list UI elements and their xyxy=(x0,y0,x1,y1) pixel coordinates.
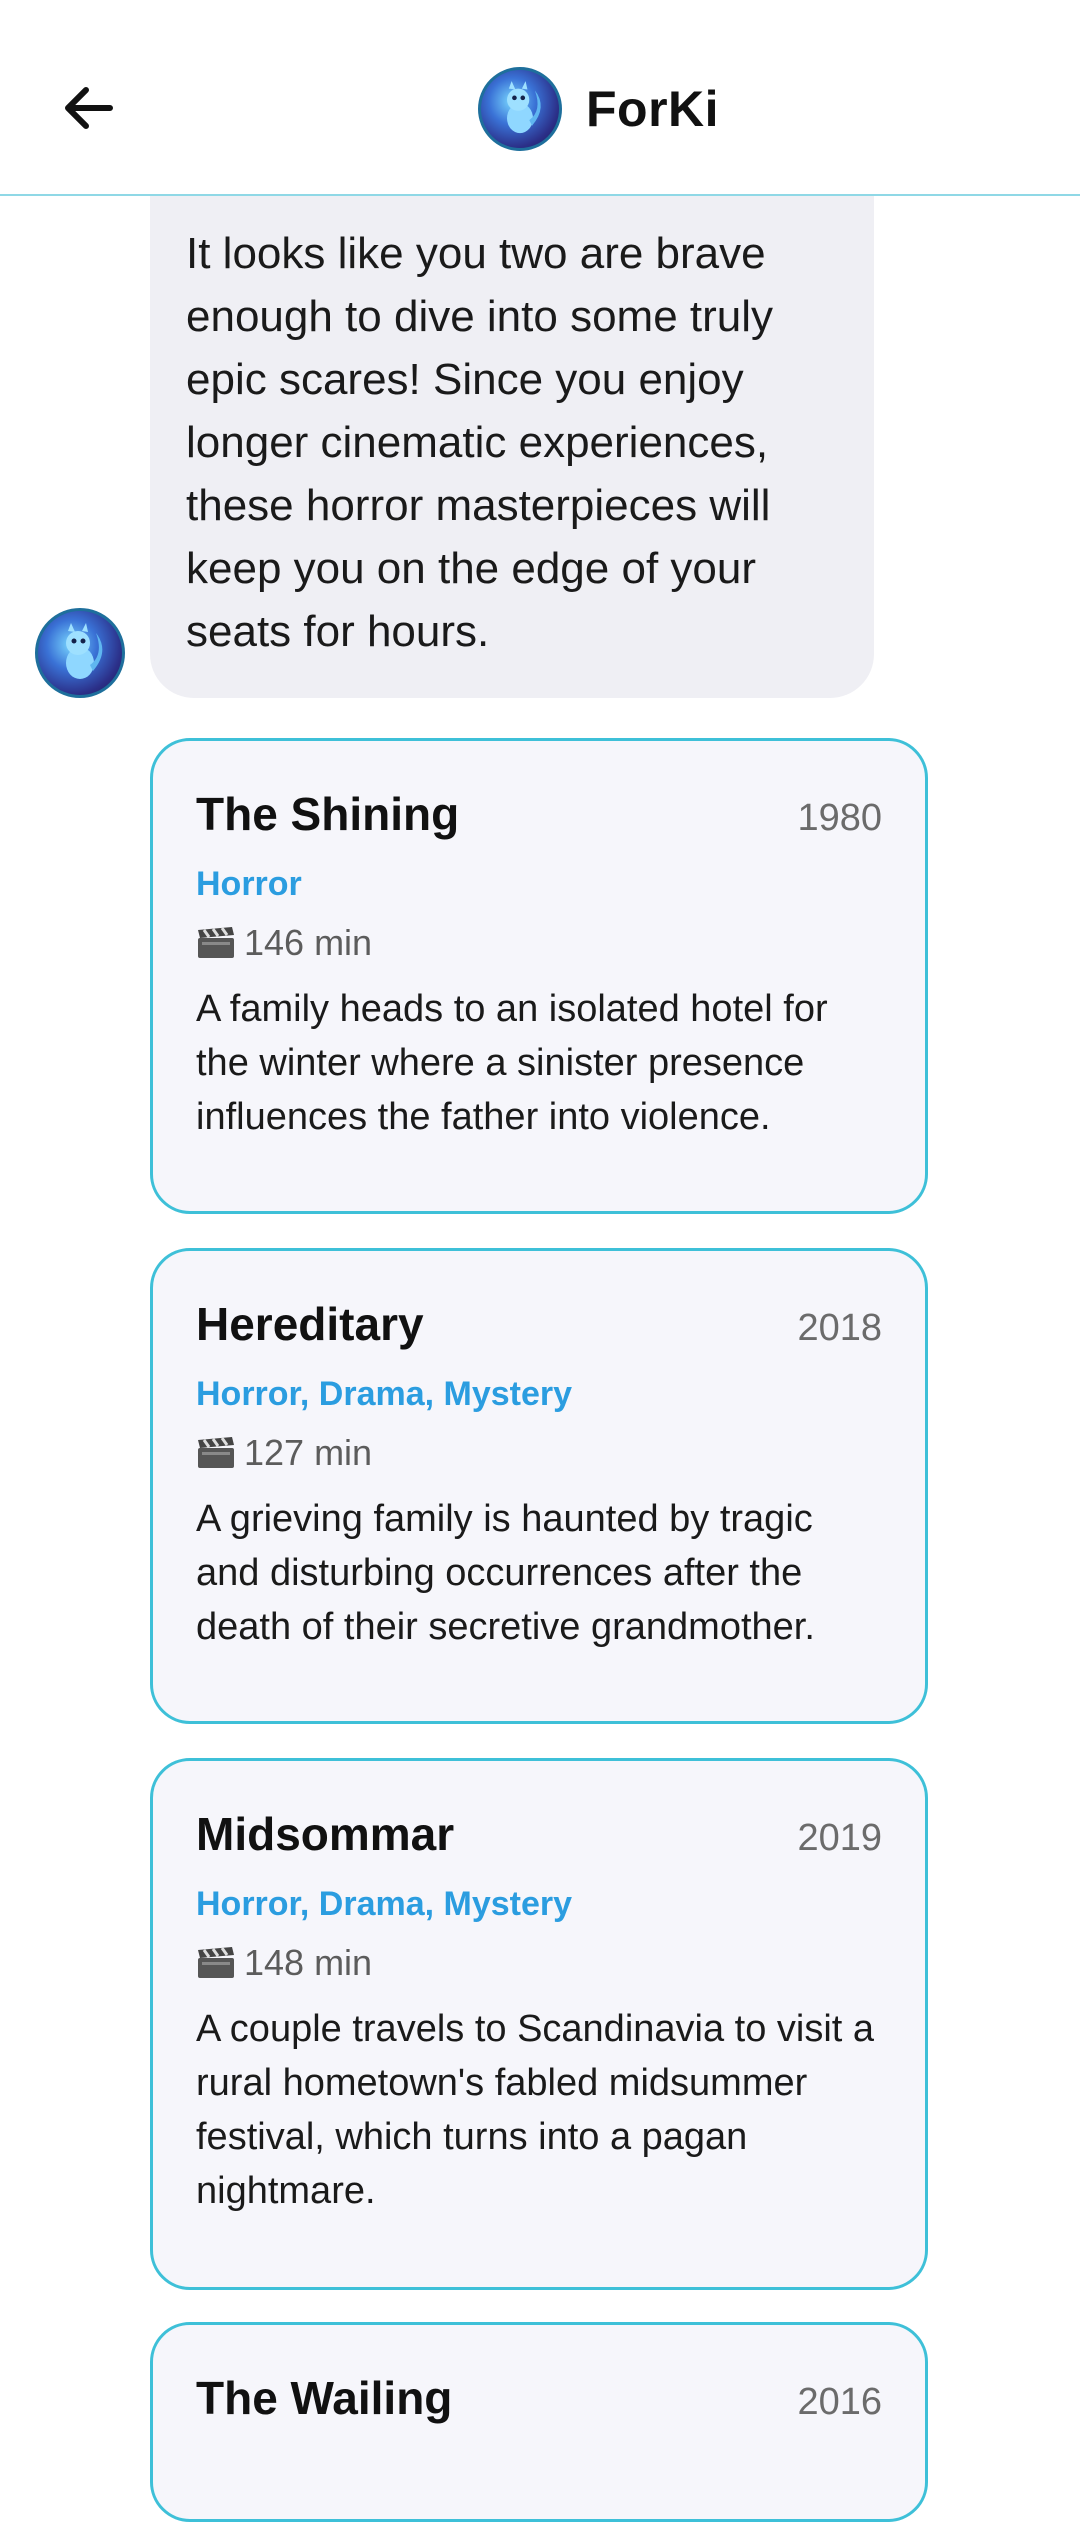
movie-genre: Horror, Drama, Mystery xyxy=(196,1885,573,1923)
movie-description: A family heads to an isolated hotel for … xyxy=(196,988,828,1138)
movie-duration-row: 148 min xyxy=(196,1942,882,1984)
movie-genre: Horror xyxy=(196,865,302,903)
movie-card[interactable]: Midsommar 2019 Horror, Drama, Mystery 14… xyxy=(150,1758,928,2290)
back-button[interactable] xyxy=(52,72,124,144)
movie-title: Hereditary xyxy=(196,1298,424,1350)
squirrel-avatar-icon xyxy=(35,608,125,698)
bot-message-text: It looks like you two are brave enough t… xyxy=(186,229,774,656)
movie-description: A couple travels to Scandinavia to visit… xyxy=(196,2008,875,2212)
movie-card[interactable]: The Shining 1980 Horror 146 min A family… xyxy=(150,738,928,1214)
movie-title: The Wailing xyxy=(196,2372,453,2424)
movie-duration: 127 min xyxy=(244,1432,373,1473)
arrow-left-icon xyxy=(65,87,113,129)
movie-year: 1980 xyxy=(797,797,882,839)
movie-duration-row: 127 min xyxy=(196,1432,882,1474)
chat-header: ForKi xyxy=(478,66,719,152)
movie-year: 2019 xyxy=(797,1817,882,1859)
movie-title: Midsommar xyxy=(196,1808,455,1860)
movie-year: 2018 xyxy=(797,1307,882,1349)
bot-avatar xyxy=(35,608,125,698)
movie-duration: 148 min xyxy=(244,1942,373,1983)
chat-area: It looks like you two are brave enough t… xyxy=(0,0,1080,2522)
movie-genre: Horror, Drama, Mystery xyxy=(196,1375,573,1413)
chat-title: ForKi xyxy=(586,81,720,137)
clapperboard-icon xyxy=(196,926,236,960)
movie-title: The Shining xyxy=(196,788,460,840)
movie-duration: 146 min xyxy=(244,922,373,963)
clapperboard-icon xyxy=(196,1436,236,1470)
movie-duration-row: 146 min xyxy=(196,922,882,964)
movie-card[interactable]: Hereditary 2018 Horror, Drama, Mystery 1… xyxy=(150,1248,928,1724)
movie-card[interactable]: The Wailing 2016 xyxy=(150,2322,928,2522)
squirrel-avatar-icon xyxy=(478,67,562,151)
clapperboard-icon xyxy=(196,1946,236,1980)
movie-description: A grieving family is haunted by tragic a… xyxy=(196,1498,815,1648)
bot-message-bubble: It looks like you two are brave enough t… xyxy=(150,150,874,698)
top-app-bar: ForKi xyxy=(0,0,1080,196)
